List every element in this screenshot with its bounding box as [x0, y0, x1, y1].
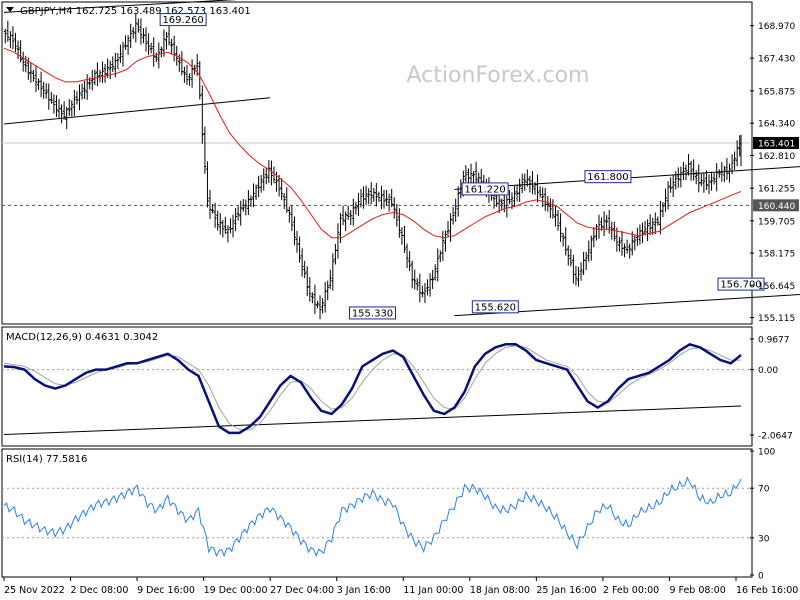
y-tick-label: 155.115 [758, 314, 795, 324]
x-tick-label: 9 Dec 16:00 [137, 585, 195, 596]
price-label: 169.260 [162, 15, 203, 26]
support-label: 160.440 [758, 202, 795, 212]
macd-y-tick-label: -2.0647 [758, 431, 793, 441]
macd-title: MACD(12,26,9) 0.4631 0.3042 [6, 332, 158, 343]
current-price-label: 163.401 [758, 139, 795, 149]
rsi-y-tick-label: 0 [758, 572, 764, 582]
x-tick-label: 3 Jan 16:00 [337, 585, 391, 596]
x-tick-label: 27 Dec 04:00 [270, 585, 334, 596]
macd-y-tick-label: 0.00 [758, 366, 778, 376]
y-tick-label: 158.175 [758, 250, 795, 260]
price-label: 156.700 [720, 280, 761, 291]
y-tick-label: 162.810 [758, 152, 795, 162]
price-label: 161.800 [587, 172, 628, 183]
x-tick-label: 11 Jan 00:00 [403, 585, 463, 596]
x-tick-label: 25 Jan 16:00 [536, 585, 596, 596]
x-tick-label: 9 Feb 08:00 [669, 585, 725, 596]
chart-background [0, 0, 800, 600]
y-tick-label: 156.645 [758, 282, 795, 292]
y-tick-label: 168.970 [758, 22, 795, 32]
rsi-y-tick-label: 100 [758, 448, 775, 458]
y-tick-label: 164.340 [758, 120, 795, 130]
x-tick-label: 16 Feb 16:00 [736, 585, 798, 596]
x-tick-label: 18 Jan 08:00 [470, 585, 530, 596]
y-tick-label: 159.705 [758, 217, 795, 227]
x-tick-label: 2 Dec 08:00 [71, 585, 129, 596]
price-label: 161.220 [464, 184, 505, 195]
rsi-title: RSI(14) 77.5816 [6, 454, 87, 465]
rsi-y-tick-label: 30 [758, 534, 770, 544]
watermark: ActionForex.com [407, 63, 590, 88]
y-tick-label: 167.430 [758, 55, 795, 65]
price-label: 155.330 [352, 308, 393, 319]
macd-y-tick-label: 0.9677 [758, 335, 790, 345]
y-tick-label: 165.875 [758, 87, 795, 97]
rsi-y-tick-label: 70 [758, 485, 770, 495]
x-tick-label: 2 Feb 00:00 [603, 585, 659, 596]
x-tick-label: 19 Dec 00:00 [204, 585, 268, 596]
x-tick-label: 25 Nov 2022 [4, 585, 65, 596]
price-label: 155.620 [475, 302, 516, 313]
gbpjpy-chart[interactable]: GBPJPY,H4 162.725 163.489 162.573 163.40… [0, 0, 800, 600]
y-tick-label: 161.255 [758, 185, 795, 195]
